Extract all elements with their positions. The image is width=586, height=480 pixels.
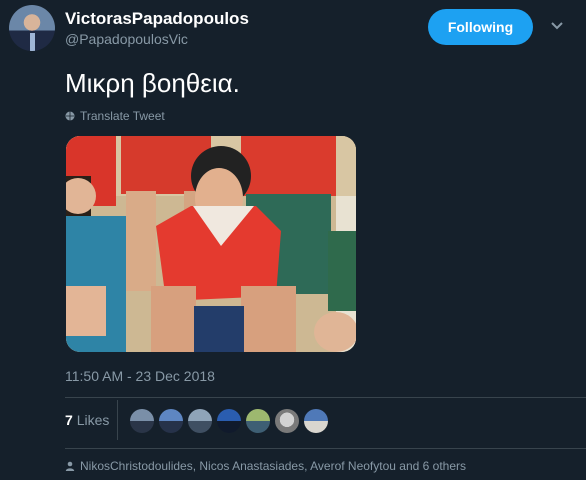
liker-avatar[interactable] [304,409,328,433]
divider [65,397,586,398]
following-button[interactable]: Following [428,9,533,45]
liker-avatar[interactable] [246,409,270,433]
liker-avatar[interactable] [130,409,154,433]
author-display-name[interactable]: VictorasPapadopoulos [65,9,249,29]
globe-icon [65,111,75,121]
tweet-text: Μικρη βοηθεια. [65,68,240,98]
tweet-timestamp[interactable]: 11:50 AM - 23 Dec 2018 [65,368,215,384]
translate-tweet-link[interactable]: Translate Tweet [65,109,165,123]
liker-avatar[interactable] [217,409,241,433]
author-avatar[interactable] [9,5,55,51]
likes-count[interactable]: 7 Likes [65,412,109,428]
tweet-photo-image [66,136,356,352]
liker-avatar[interactable] [159,409,183,433]
likes-label: Likes [76,412,110,428]
chevron-down-icon[interactable] [549,18,565,34]
author-handle[interactable]: @PapadopoulosVic [65,31,188,47]
liker-avatar[interactable] [188,409,212,433]
liker-avatar[interactable] [275,409,299,433]
stats-separator [117,400,118,440]
translate-label: Translate Tweet [80,109,165,123]
tweet-photo[interactable] [66,136,356,352]
liked-by-summary[interactable]: NikosChristodoulides, Nicos Anastasiades… [65,459,466,473]
divider [65,448,586,449]
likes-number: 7 [65,412,73,428]
liked-by-text: NikosChristodoulides, Nicos Anastasiades… [80,459,466,473]
person-icon [65,461,75,471]
